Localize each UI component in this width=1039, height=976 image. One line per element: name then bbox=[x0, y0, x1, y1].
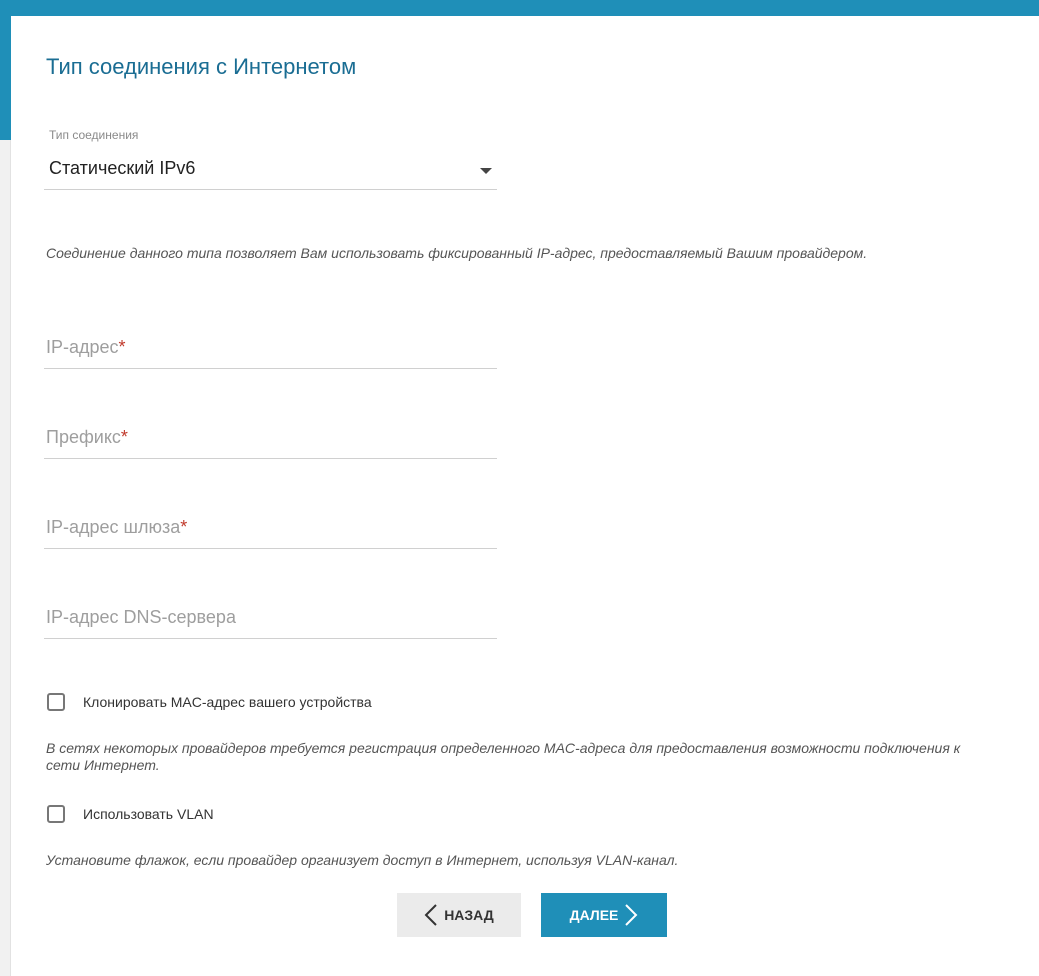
wizard-card: Тип соединения с Интернетом Тип соединен… bbox=[11, 16, 1039, 976]
ip-address-field[interactable]: IP-адрес* bbox=[44, 325, 497, 369]
connection-type-select[interactable]: Статический IPv6 bbox=[44, 146, 497, 190]
vlan-checkbox[interactable] bbox=[47, 805, 65, 823]
ip-address-input[interactable] bbox=[44, 325, 497, 368]
connection-type-description: Соединение данного типа позволяет Вам ис… bbox=[46, 245, 868, 261]
top-accent-bar bbox=[11, 0, 1039, 16]
vlan-label: Использовать VLAN bbox=[83, 806, 214, 822]
clone-mac-option[interactable]: Клонировать MAC-адрес вашего устройства bbox=[47, 691, 372, 713]
connection-type-value: Статический IPv6 bbox=[49, 158, 196, 178]
clone-mac-label: Клонировать MAC-адрес вашего устройства bbox=[83, 694, 372, 710]
prefix-field[interactable]: Префикс* bbox=[44, 415, 497, 459]
clone-mac-checkbox[interactable] bbox=[47, 693, 65, 711]
left-accent-bar bbox=[0, 0, 11, 140]
back-button[interactable]: НАЗАД bbox=[397, 893, 521, 937]
dns-field[interactable]: IP-адрес DNS-сервера bbox=[44, 595, 497, 639]
left-border bbox=[0, 140, 11, 976]
vlan-hint: Установите флажок, если провайдер органи… bbox=[46, 852, 679, 868]
prefix-input[interactable] bbox=[44, 415, 497, 458]
next-button-label: ДАЛЕЕ bbox=[569, 907, 619, 923]
next-button[interactable]: ДАЛЕЕ bbox=[541, 893, 667, 937]
vlan-option[interactable]: Использовать VLAN bbox=[47, 803, 214, 825]
dns-input[interactable] bbox=[44, 595, 497, 638]
chevron-right-icon bbox=[625, 904, 638, 926]
app-frame: Тип соединения с Интернетом Тип соединен… bbox=[0, 0, 1039, 976]
connection-type-caption: Тип соединения bbox=[49, 128, 139, 142]
gateway-input[interactable] bbox=[44, 505, 497, 548]
chevron-left-icon bbox=[424, 904, 437, 926]
page-title: Тип соединения с Интернетом bbox=[46, 54, 357, 79]
gateway-field[interactable]: IP-адрес шлюза* bbox=[44, 505, 497, 549]
clone-mac-hint: В сетях некоторых провайдеров требуется … bbox=[46, 740, 961, 773]
chevron-down-icon bbox=[480, 168, 492, 174]
back-button-label: НАЗАД bbox=[444, 907, 494, 923]
